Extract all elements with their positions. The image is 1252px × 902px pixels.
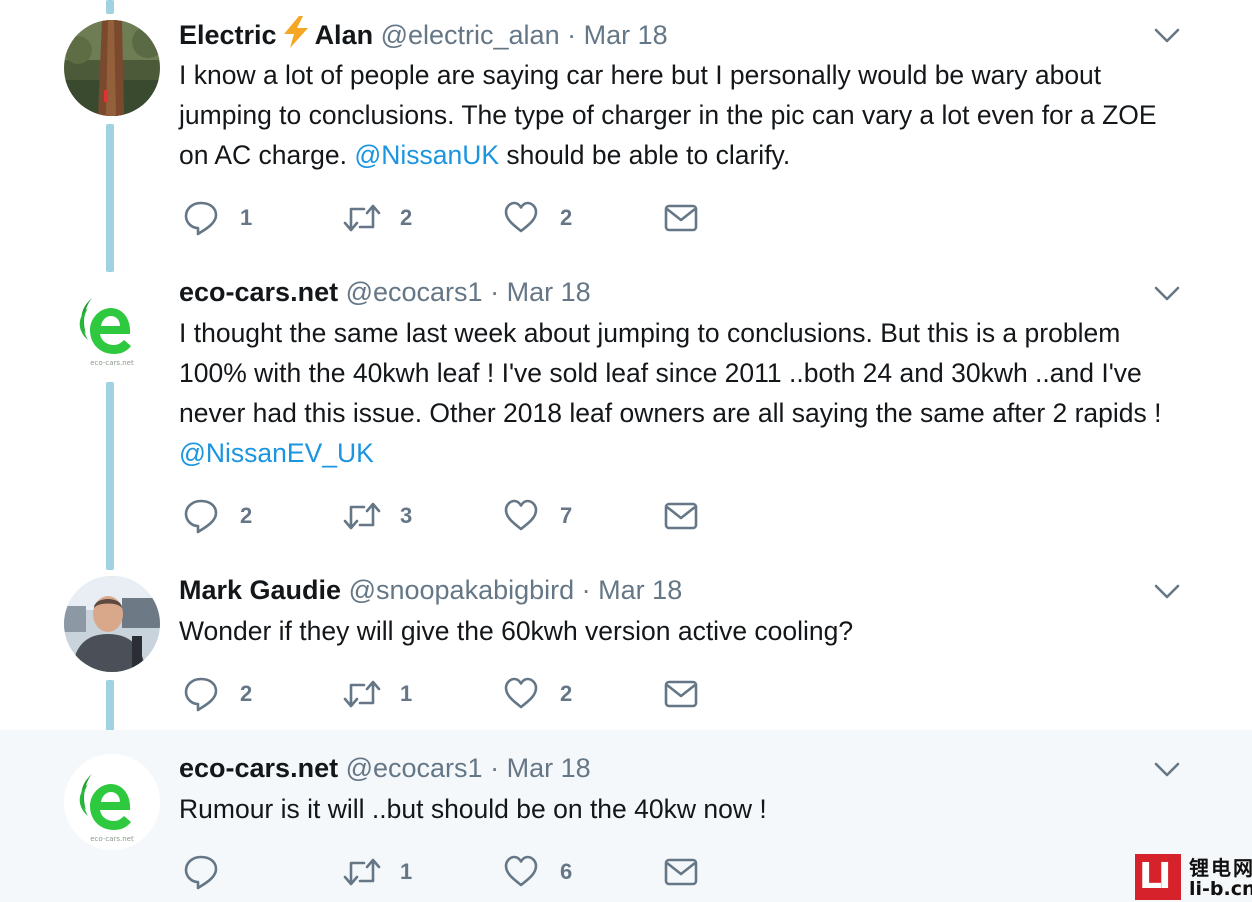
tweet[interactable]: eco-cars.net eco-cars.net @ecocars1 · Ma… (0, 260, 1252, 556)
tweet-text: I thought the same last week about jumpi… (179, 318, 1162, 468)
tweet-header: Mark Gaudie @snoopakabigbird · Mar 18 (179, 572, 682, 608)
user-handle[interactable]: @ecocars1 (346, 753, 483, 783)
like-count: 6 (560, 859, 573, 884)
svg-text:eco-cars.net: eco-cars.net (90, 835, 134, 843)
user-handle[interactable]: @ecocars1 (346, 277, 483, 307)
watermark-chinese-name: 锂电网 (1189, 856, 1252, 880)
retweet-count: 1 (400, 859, 413, 884)
redwood-tree-photo (64, 20, 160, 116)
avatar[interactable]: eco-cars.net (64, 754, 160, 850)
retweet-count: 2 (400, 205, 413, 230)
like-count: 2 (560, 205, 573, 230)
user-handle[interactable]: @electric_alan (381, 20, 560, 50)
retweet-count: 1 (400, 681, 413, 706)
heart-icon (504, 677, 538, 709)
display-name[interactable]: Alan (315, 20, 374, 50)
envelope-icon (664, 858, 698, 886)
reply-icon (184, 201, 218, 236)
mention-link[interactable]: @NissanEV_UK (179, 438, 374, 468)
display-name[interactable]: Mark Gaudie (179, 575, 341, 605)
reply-count: 2 (240, 503, 253, 528)
chevron-down-icon[interactable] (1154, 584, 1180, 600)
tweet-date[interactable]: Mar 18 (584, 20, 668, 50)
separator-dot: · (581, 575, 591, 605)
retweet-icon (343, 502, 381, 530)
avatar[interactable]: eco-cars.net (64, 278, 160, 374)
chevron-down-icon[interactable] (1154, 28, 1180, 44)
display-name[interactable]: eco-cars.net (179, 277, 338, 307)
tweet-date[interactable]: Mar 18 (507, 753, 591, 783)
avatar[interactable] (64, 20, 160, 116)
eco-cars-logo: eco-cars.net (64, 278, 160, 374)
tweet-text: Wonder if they will give the 60kwh versi… (179, 616, 854, 646)
tweet-header: eco-cars.net @ecocars1 · Mar 18 (179, 274, 591, 310)
envelope-icon (664, 680, 698, 708)
reply-icon (184, 677, 218, 712)
user-photo (64, 576, 160, 672)
like-count: 2 (560, 681, 573, 706)
tweet-text: I know a lot of people are saying car he… (179, 60, 1157, 170)
retweet-icon (343, 858, 381, 886)
watermark-logo: LI (1135, 854, 1181, 900)
lightning-bolt-icon (281, 16, 311, 57)
reply-count: 1 (240, 205, 253, 230)
reply-icon (184, 499, 218, 534)
chevron-down-icon[interactable] (1154, 762, 1180, 778)
avatar[interactable] (64, 576, 160, 672)
tweet-date[interactable]: Mar 18 (507, 277, 591, 307)
tweet-header: eco-cars.net @ecocars1 · Mar 18 (179, 750, 591, 786)
tweet-highlighted[interactable]: eco-cars.net eco-cars.net @ecocars1 · Ma… (0, 730, 1252, 902)
tweet-text: Rumour is it will ..but should be on the… (179, 794, 767, 824)
heart-icon (504, 855, 538, 887)
user-handle[interactable]: @snoopakabigbird (349, 575, 575, 605)
separator-dot: · (490, 277, 500, 307)
reply-count: 2 (240, 681, 253, 706)
separator-dot: · (567, 20, 577, 50)
separator-dot: · (490, 753, 500, 783)
heart-icon (504, 499, 538, 531)
tweet[interactable]: Electric Alan @electric_alan · Mar 18 I k… (0, 0, 1252, 260)
display-name[interactable]: eco-cars.net (179, 753, 338, 783)
like-count: 7 (560, 503, 573, 528)
chevron-down-icon[interactable] (1154, 286, 1180, 302)
watermark: LI 锂电网 li-b.cn (1135, 852, 1252, 902)
svg-text:eco-cars.net: eco-cars.net (90, 359, 134, 367)
mention-link[interactable]: @NissanUK (354, 140, 499, 170)
retweet-count: 3 (400, 503, 413, 528)
heart-icon (504, 201, 538, 233)
reply-icon (184, 855, 218, 890)
eco-cars-logo: eco-cars.net (64, 754, 160, 850)
retweet-icon (343, 680, 381, 708)
tweet-date[interactable]: Mar 18 (598, 575, 682, 605)
tweet-header: Electric Alan @electric_alan · Mar 18 (179, 16, 668, 57)
retweet-icon (343, 204, 381, 232)
display-name[interactable]: Electric (179, 20, 277, 50)
watermark-domain: li-b.cn (1189, 878, 1252, 900)
envelope-icon (664, 204, 698, 232)
tweet[interactable]: Mark Gaudie @snoopakabigbird · Mar 18 Wo… (0, 556, 1252, 730)
envelope-icon (664, 502, 698, 530)
